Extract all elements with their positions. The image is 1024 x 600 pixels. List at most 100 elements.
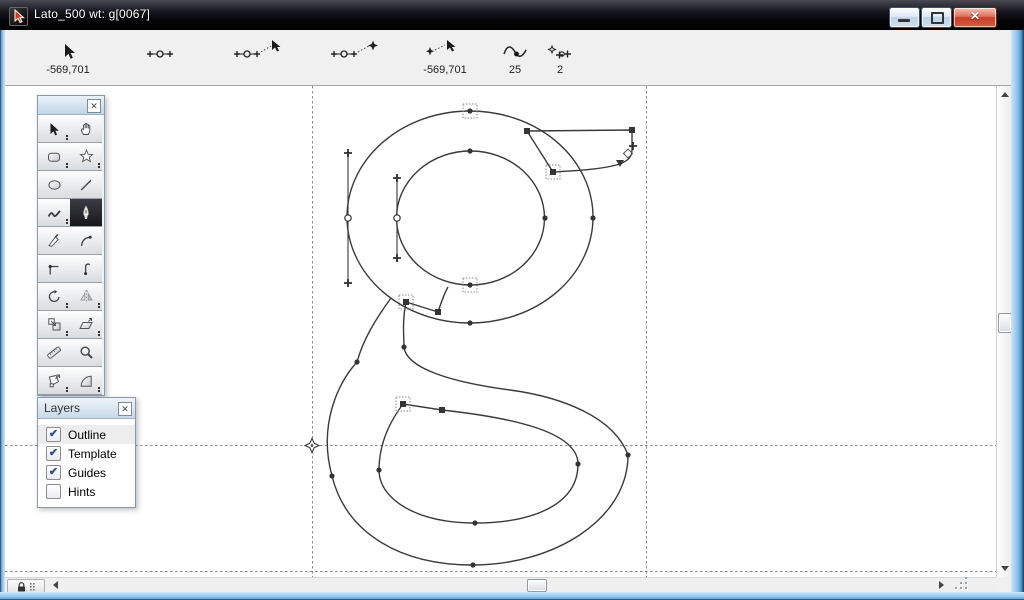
tool-star[interactable] [70, 143, 102, 171]
tool-line[interactable] [70, 171, 102, 199]
cursor-arrow-icon [33, 36, 103, 62]
node-handles-icon [135, 36, 185, 62]
selected-node-boxes [396, 104, 560, 411]
measure-icon [46, 345, 62, 360]
lock-icon [17, 582, 26, 592]
layers-list: ✔ Outline ✔ Template ✔ Guides Hints [38, 419, 135, 507]
scroll-up-button[interactable] [998, 88, 1011, 101]
vertical-scroll-thumb[interactable] [998, 313, 1012, 333]
freehand-icon [47, 206, 62, 220]
link-right-contour [404, 302, 629, 455]
arrow-up-icon [1001, 92, 1009, 97]
transform-icon [47, 373, 62, 388]
layer-label: Guides [68, 466, 106, 480]
layer-row-guides[interactable]: ✔ Guides [38, 463, 135, 482]
tool-palette: ✕ [37, 95, 105, 396]
nodes-cluster-icon [543, 36, 577, 62]
layers-close-icon[interactable]: ✕ [118, 402, 132, 416]
arrow-left-icon [53, 581, 58, 589]
layer-label: Template [68, 447, 117, 461]
hook-icon [79, 261, 93, 276]
hints-checkbox[interactable] [46, 484, 61, 499]
arrow-right-icon [939, 581, 944, 589]
palette-close-icon[interactable]: ✕ [87, 99, 101, 113]
origin-anchor[interactable] [305, 439, 319, 453]
tool-hook[interactable] [70, 255, 102, 283]
close-button[interactable]: ✕ [953, 7, 997, 28]
vertical-scrollbar[interactable] [996, 86, 1012, 577]
tool-rotate[interactable] [38, 283, 71, 311]
top-bowl-inner-contour [397, 151, 545, 285]
tool-measure[interactable] [38, 339, 71, 367]
toolbar-item-nodes-count: 2 [543, 36, 577, 76]
layers-panel: Layers ✕ ✔ Outline ✔ Template ✔ Guides H… [37, 397, 136, 508]
toolbar-item-node [135, 36, 185, 64]
tool-slant[interactable] [70, 311, 102, 339]
anchor-select-icon [410, 36, 480, 62]
slant-icon [78, 317, 94, 332]
star-icon [79, 149, 94, 164]
window-title: Lato_500 wt: g[0067] [34, 7, 150, 21]
tool-pen[interactable] [70, 199, 102, 227]
minimize-button[interactable] [889, 7, 920, 28]
scroll-right-button[interactable] [935, 579, 948, 591]
template-checkbox[interactable]: ✔ [46, 446, 61, 461]
tool-pointer[interactable] [38, 115, 71, 143]
horizontal-scrollbar[interactable] [5, 577, 996, 593]
glyph-edit-window: Lato_500 wt: g[0067] ✕ -569,701 [0, 0, 1024, 600]
pointer-icon [47, 122, 61, 136]
layers-panel-titlebar[interactable]: Layers ✕ [38, 398, 135, 419]
node-handles-anchor-icon [320, 36, 390, 62]
upper-terminal-connector [438, 287, 448, 312]
scroll-left-button[interactable] [49, 579, 62, 591]
glyph-outline-drawing [5, 86, 996, 577]
tool-freehand[interactable] [38, 199, 71, 227]
layer-row-template[interactable]: ✔ Template [38, 444, 135, 463]
horizontal-scroll-thumb[interactable] [527, 579, 547, 592]
curve-icon [79, 233, 93, 248]
curve-wave-icon [497, 36, 533, 62]
tool-hand[interactable] [70, 115, 102, 143]
glyph-canvas[interactable] [5, 86, 996, 577]
tool-rounded-rectangle[interactable] [38, 143, 71, 171]
triangle-node[interactable] [616, 160, 624, 167]
layer-label: Outline [68, 428, 106, 442]
titlebar[interactable]: Lato_500 wt: g[0067] ✕ [0, 0, 1024, 30]
window-border-left [0, 30, 5, 600]
guides-checkbox[interactable]: ✔ [46, 465, 61, 480]
tool-knife[interactable] [38, 227, 71, 255]
restore-button[interactable] [921, 7, 952, 28]
cursor-logo-icon [11, 9, 26, 24]
scroll-down-button[interactable] [998, 562, 1011, 575]
tool-mirror[interactable] [70, 283, 102, 311]
tool-transform[interactable] [38, 367, 71, 395]
tool-arc[interactable] [70, 367, 102, 395]
guides [5, 86, 996, 577]
scale-icon [47, 317, 62, 332]
layer-row-outline[interactable]: ✔ Outline [38, 425, 135, 444]
pen-icon [79, 205, 93, 220]
layers-panel-title: Layers [44, 401, 80, 415]
tool-corner[interactable] [38, 255, 71, 283]
corner-icon [47, 262, 61, 276]
tool-magnify[interactable] [70, 339, 102, 367]
window-border-bottom [0, 592, 1024, 600]
arrow-down-icon [1001, 566, 1009, 571]
outline-checkbox[interactable]: ✔ [46, 427, 61, 442]
toolbar-item-anchor-select: -569,701 [410, 36, 480, 76]
open-nodes[interactable] [345, 215, 400, 221]
magnify-icon [79, 345, 94, 360]
layer-row-hints[interactable]: Hints [38, 482, 135, 501]
restore-icon [931, 12, 944, 24]
tool-scale[interactable] [38, 311, 71, 339]
app-icon [9, 7, 28, 26]
curve-nodes[interactable] [329, 108, 630, 567]
tool-curve[interactable] [70, 227, 102, 255]
resize-grip[interactable] [951, 578, 971, 591]
window-border-right [1011, 30, 1024, 600]
tool-palette-titlebar[interactable]: ✕ [38, 96, 104, 115]
top-bowl-outer-contour [347, 111, 593, 323]
node-handles-select-icon [223, 36, 293, 62]
tool-ellipse[interactable] [38, 171, 71, 199]
ear-contour [527, 130, 632, 172]
